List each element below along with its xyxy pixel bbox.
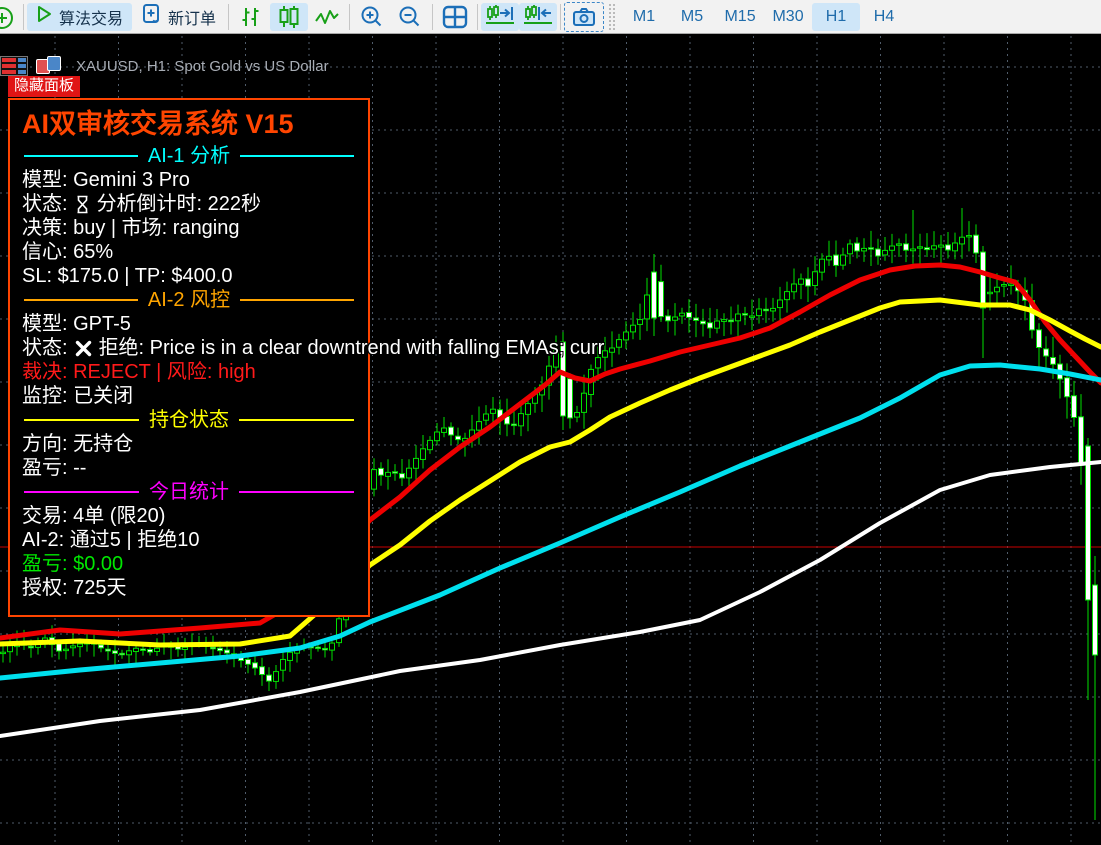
ai-trading-panel: AI双审核交易系统 V15 AI-1 分析 模型: Gemini 3 Pro 状… xyxy=(8,98,370,617)
hourglass-icon xyxy=(75,195,90,214)
timeframe-m15-button[interactable]: M15 xyxy=(716,3,764,31)
toolbar-separator xyxy=(349,4,350,30)
ai2-status-row: 状态: 拒绝: Price is in a clear downtrend wi… xyxy=(10,336,368,360)
timeframe-h4-button[interactable]: H4 xyxy=(860,3,908,31)
toolbar-separator xyxy=(228,4,229,30)
auto-scroll-button[interactable] xyxy=(481,3,519,31)
chart-shift-button[interactable] xyxy=(519,3,557,31)
timeframe-m5-button[interactable]: M5 xyxy=(668,3,716,31)
reject-x-icon xyxy=(75,340,92,357)
toolbar-drag-handle[interactable] xyxy=(608,3,616,31)
today-pnl-row: 盈亏: $0.00 xyxy=(10,552,368,576)
ai1-status-row: 状态: 分析倒计时: 222秒 xyxy=(10,192,368,216)
one-click-trading-icon[interactable] xyxy=(36,56,62,74)
candlestick-chart-icon xyxy=(277,5,301,29)
ai1-confidence-row: 信心: 65% xyxy=(10,240,368,264)
ai1-decision-row: 决策: buy | 市场: ranging xyxy=(10,216,368,240)
auto-scroll-icon xyxy=(485,4,515,30)
chart-shift-icon xyxy=(523,4,553,30)
line-chart-button[interactable] xyxy=(308,3,346,31)
main-toolbar: 算法交易 新订单 M1 M5 M15 M30 H1 H4 xyxy=(0,0,1101,34)
zoom-out-button[interactable] xyxy=(391,3,429,31)
bar-chart-button[interactable] xyxy=(232,3,270,31)
zoom-in-button[interactable] xyxy=(353,3,391,31)
line-chart-icon xyxy=(314,8,340,26)
zoom-in-icon xyxy=(360,5,384,29)
screenshot-button[interactable] xyxy=(564,2,604,32)
depth-of-market-icon[interactable] xyxy=(0,56,28,76)
position-section-divider: 持仓状态 xyxy=(10,408,368,432)
ai1-model-row: 模型: Gemini 3 Pro xyxy=(10,168,368,192)
today-ai2-stats-row: AI-2: 通过5 | 拒绝10 xyxy=(10,528,368,552)
candlestick-chart-button[interactable] xyxy=(270,3,308,31)
timeframe-m30-button[interactable]: M30 xyxy=(764,3,812,31)
hide-panel-button[interactable]: 隐藏面板 xyxy=(8,76,80,97)
tile-windows-button[interactable] xyxy=(436,3,474,31)
ai1-sl-tp-row: SL: $175.0 | TP: $400.0 xyxy=(10,264,368,288)
new-order-button[interactable]: 新订单 xyxy=(132,3,225,31)
ai2-monitor-row: 监控: 已关闭 xyxy=(10,384,368,408)
zoom-out-icon xyxy=(398,5,422,29)
ai2-section-divider: AI-2 风控 xyxy=(10,288,368,312)
panel-title: AI双审核交易系统 V15 xyxy=(10,100,368,144)
timeframe-h1-button[interactable]: H1 xyxy=(812,3,860,31)
toolbar-separator xyxy=(477,4,478,30)
position-pnl-row: 盈亏: -- xyxy=(10,456,368,480)
toolbar-separator xyxy=(23,4,24,30)
chart-symbol-title: XAUUSD, H1: Spot Gold vs US Dollar xyxy=(76,58,329,75)
ai1-section-divider: AI-1 分析 xyxy=(10,144,368,168)
position-direction-row: 方向: 无持仓 xyxy=(10,432,368,456)
today-section-divider: 今日统计 xyxy=(10,480,368,504)
timeframe-m1-button[interactable]: M1 xyxy=(620,3,668,31)
algo-trading-button[interactable]: 算法交易 xyxy=(27,3,132,31)
chart-header: XAUUSD, H1: Spot Gold vs US Dollar xyxy=(0,56,329,76)
toolbar-separator xyxy=(560,4,561,30)
bar-chart-icon xyxy=(239,6,263,28)
ai2-model-row: 模型: GPT-5 xyxy=(10,312,368,336)
today-trades-row: 交易: 4单 (限20) xyxy=(10,504,368,528)
new-chart-icon[interactable] xyxy=(0,3,20,31)
tile-windows-icon xyxy=(442,5,468,29)
today-license-row: 授权: 725天 xyxy=(10,576,368,600)
new-order-icon xyxy=(141,3,161,30)
camera-icon xyxy=(572,7,596,27)
toolbar-separator xyxy=(432,4,433,30)
play-icon xyxy=(36,5,52,28)
ai2-verdict-row: 裁决: REJECT | 风险: high xyxy=(10,360,368,384)
